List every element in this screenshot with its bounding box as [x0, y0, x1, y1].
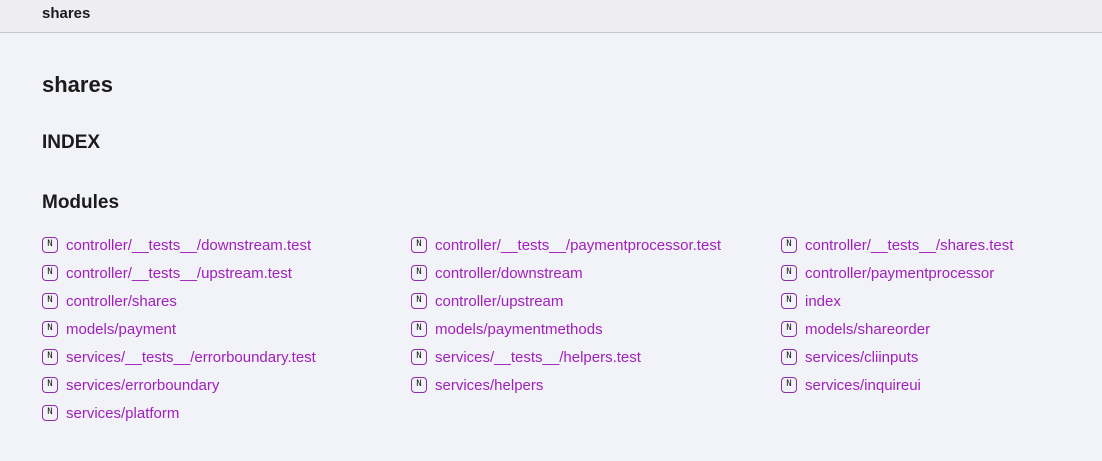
header-title-link[interactable]: shares: [42, 5, 90, 22]
namespace-icon: N: [781, 321, 797, 337]
module-item: Ncontroller/downstream: [411, 259, 781, 287]
module-link[interactable]: controller/__tests__/paymentprocessor.te…: [435, 237, 721, 254]
module-link[interactable]: services/cliinputs: [805, 349, 918, 366]
namespace-icon: N: [411, 265, 427, 281]
module-item: Ncontroller/__tests__/upstream.test: [42, 259, 411, 287]
namespace-icon: N: [781, 349, 797, 365]
namespace-icon: N: [411, 349, 427, 365]
namespace-icon: N: [42, 349, 58, 365]
namespace-icon: N: [411, 321, 427, 337]
namespace-icon: N: [411, 377, 427, 393]
namespace-icon: N: [42, 405, 58, 421]
modules-list: Ncontroller/__tests__/downstream.test Nc…: [42, 231, 1102, 427]
module-item: Ncontroller/__tests__/downstream.test: [42, 231, 411, 259]
module-link[interactable]: services/errorboundary: [66, 377, 219, 394]
module-item: Nservices/platform: [42, 399, 411, 427]
index-heading: INDEX: [42, 132, 101, 153]
module-item: Nmodels/paymentmethods: [411, 315, 781, 343]
module-link[interactable]: controller/paymentprocessor: [805, 265, 994, 282]
module-link[interactable]: index: [805, 293, 841, 310]
module-item: Nservices/helpers: [411, 371, 781, 399]
module-item: Nindex: [781, 287, 1081, 315]
top-bar: shares: [0, 0, 1102, 33]
module-item: Nservices/__tests__/errorboundary.test: [42, 343, 411, 371]
module-item: Nservices/__tests__/helpers.test: [411, 343, 781, 371]
modules-heading: Modules: [42, 192, 120, 213]
namespace-icon: N: [42, 377, 58, 393]
namespace-icon: N: [781, 237, 797, 253]
module-item: Nmodels/shareorder: [781, 315, 1081, 343]
module-item: Nmodels/payment: [42, 315, 411, 343]
module-link[interactable]: services/inquireui: [805, 377, 921, 394]
module-link[interactable]: services/__tests__/errorboundary.test: [66, 349, 316, 366]
module-item: Ncontroller/__tests__/paymentprocessor.t…: [411, 231, 781, 259]
module-link[interactable]: services/__tests__/helpers.test: [435, 349, 641, 366]
namespace-icon: N: [42, 293, 58, 309]
module-link[interactable]: controller/upstream: [435, 293, 563, 310]
namespace-icon: N: [42, 321, 58, 337]
namespace-icon: N: [781, 377, 797, 393]
module-link[interactable]: controller/__tests__/shares.test: [805, 237, 1013, 254]
namespace-icon: N: [781, 293, 797, 309]
module-item: Nservices/errorboundary: [42, 371, 411, 399]
module-link[interactable]: controller/__tests__/upstream.test: [66, 265, 292, 282]
module-link[interactable]: services/platform: [66, 405, 179, 422]
page-title: shares: [42, 72, 113, 97]
module-item: Ncontroller/__tests__/shares.test: [781, 231, 1081, 259]
module-link[interactable]: models/paymentmethods: [435, 321, 603, 338]
namespace-icon: N: [411, 237, 427, 253]
namespace-icon: N: [42, 237, 58, 253]
module-item: Ncontroller/shares: [42, 287, 411, 315]
module-item: Ncontroller/paymentprocessor: [781, 259, 1081, 287]
namespace-icon: N: [42, 265, 58, 281]
module-link[interactable]: models/shareorder: [805, 321, 930, 338]
module-item: Nservices/cliinputs: [781, 343, 1081, 371]
module-item: Nservices/inquireui: [781, 371, 1081, 399]
module-link[interactable]: controller/downstream: [435, 265, 583, 282]
module-link[interactable]: models/payment: [66, 321, 176, 338]
namespace-icon: N: [411, 293, 427, 309]
module-link[interactable]: services/helpers: [435, 377, 543, 394]
module-item: Ncontroller/upstream: [411, 287, 781, 315]
namespace-icon: N: [781, 265, 797, 281]
module-link[interactable]: controller/shares: [66, 293, 177, 310]
module-link[interactable]: controller/__tests__/downstream.test: [66, 237, 311, 254]
